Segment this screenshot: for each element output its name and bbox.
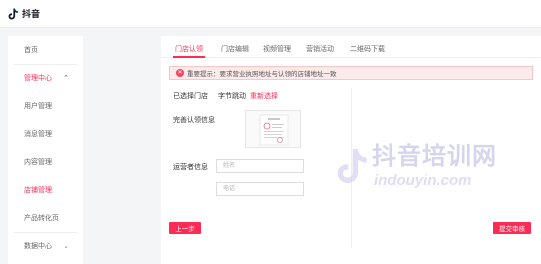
phone-input[interactable]	[216, 182, 304, 196]
sidebar-item-label: 产品转化页	[24, 215, 59, 222]
sidebar-item-label: 管理中心	[24, 75, 52, 82]
cert-label: 完善认领信息	[173, 117, 215, 124]
watermark-cn: 抖音培训网	[372, 143, 497, 170]
douyin-watermark-logo-icon	[337, 149, 367, 183]
chevron-down-icon: ⌄	[63, 243, 69, 250]
sidebar-item-message-management[interactable]: 消息管理	[8, 120, 83, 148]
close-circle-icon: ✕	[176, 69, 184, 77]
operator-label: 运营者信息	[173, 164, 208, 171]
submit-review-button[interactable]: 提交审核	[493, 222, 531, 234]
sidebar-item-product-conversion[interactable]: 产品转化页	[8, 204, 83, 232]
sidebar-item-label: 内容管理	[24, 159, 52, 166]
active-tab-indicator	[173, 56, 205, 58]
tab-video-management[interactable]: 视频管理	[263, 44, 291, 54]
sidebar-item-data-center[interactable]: 数据中心 ⌄	[8, 232, 83, 260]
business-license-image[interactable]	[245, 110, 301, 148]
tab-store-edit[interactable]: 门店编辑	[221, 44, 249, 54]
alert-text: 重要提示：要求营业执照地址与认领的店铺地址一致	[187, 71, 337, 78]
sidebar-item-label: 数据中心	[24, 243, 52, 250]
name-input[interactable]	[216, 159, 304, 173]
prev-step-button[interactable]: 上一步	[169, 222, 201, 234]
sidebar-item-label: 用户管理	[24, 103, 52, 110]
sidebar-item-store-management[interactable]: 店铺管理	[8, 176, 83, 204]
sidebar-item-content-management[interactable]: 内容管理	[8, 148, 83, 176]
watermark-en: indouyin.com	[374, 172, 472, 189]
tab-store-claim[interactable]: 门店认领	[175, 44, 203, 54]
sidebar-item-label: 首页	[24, 47, 38, 54]
watermark: 抖音培训网 indouyin.com	[336, 132, 536, 212]
selected-store-label: 已选择门店	[173, 93, 208, 100]
douyin-logo-icon	[8, 7, 18, 19]
selected-store-value: 字节跳动	[218, 93, 246, 100]
sidebar-item-user-management[interactable]: 用户管理	[8, 92, 83, 120]
tab-marketing[interactable]: 营销活动	[306, 44, 334, 54]
top-bar: 抖音	[0, 0, 541, 28]
license-thumbnail-icon	[259, 114, 289, 146]
sidebar-item-management-center[interactable]: 管理中心 ⌃	[8, 64, 83, 92]
tab-bar: 门店认领 门店编辑 视频管理 营销活动 二维码下载	[161, 36, 541, 58]
chevron-up-icon: ⌃	[63, 75, 69, 82]
app-title: 抖音	[22, 9, 41, 19]
sidebar-item-label: 消息管理	[24, 131, 52, 138]
alert-banner: ✕ 重要提示：要求营业执照地址与认领的店铺地址一致	[169, 66, 533, 80]
reselect-link[interactable]: 重新选择	[250, 91, 278, 101]
sidebar-item-home[interactable]: 首页	[8, 36, 83, 64]
sidebar: 首页 管理中心 ⌃ 用户管理 消息管理 内容管理 店铺管理 产品转化页 数据中心…	[8, 36, 83, 264]
sidebar-item-label: 店铺管理	[24, 187, 52, 194]
tab-qrcode-download[interactable]: 二维码下载	[350, 44, 385, 54]
